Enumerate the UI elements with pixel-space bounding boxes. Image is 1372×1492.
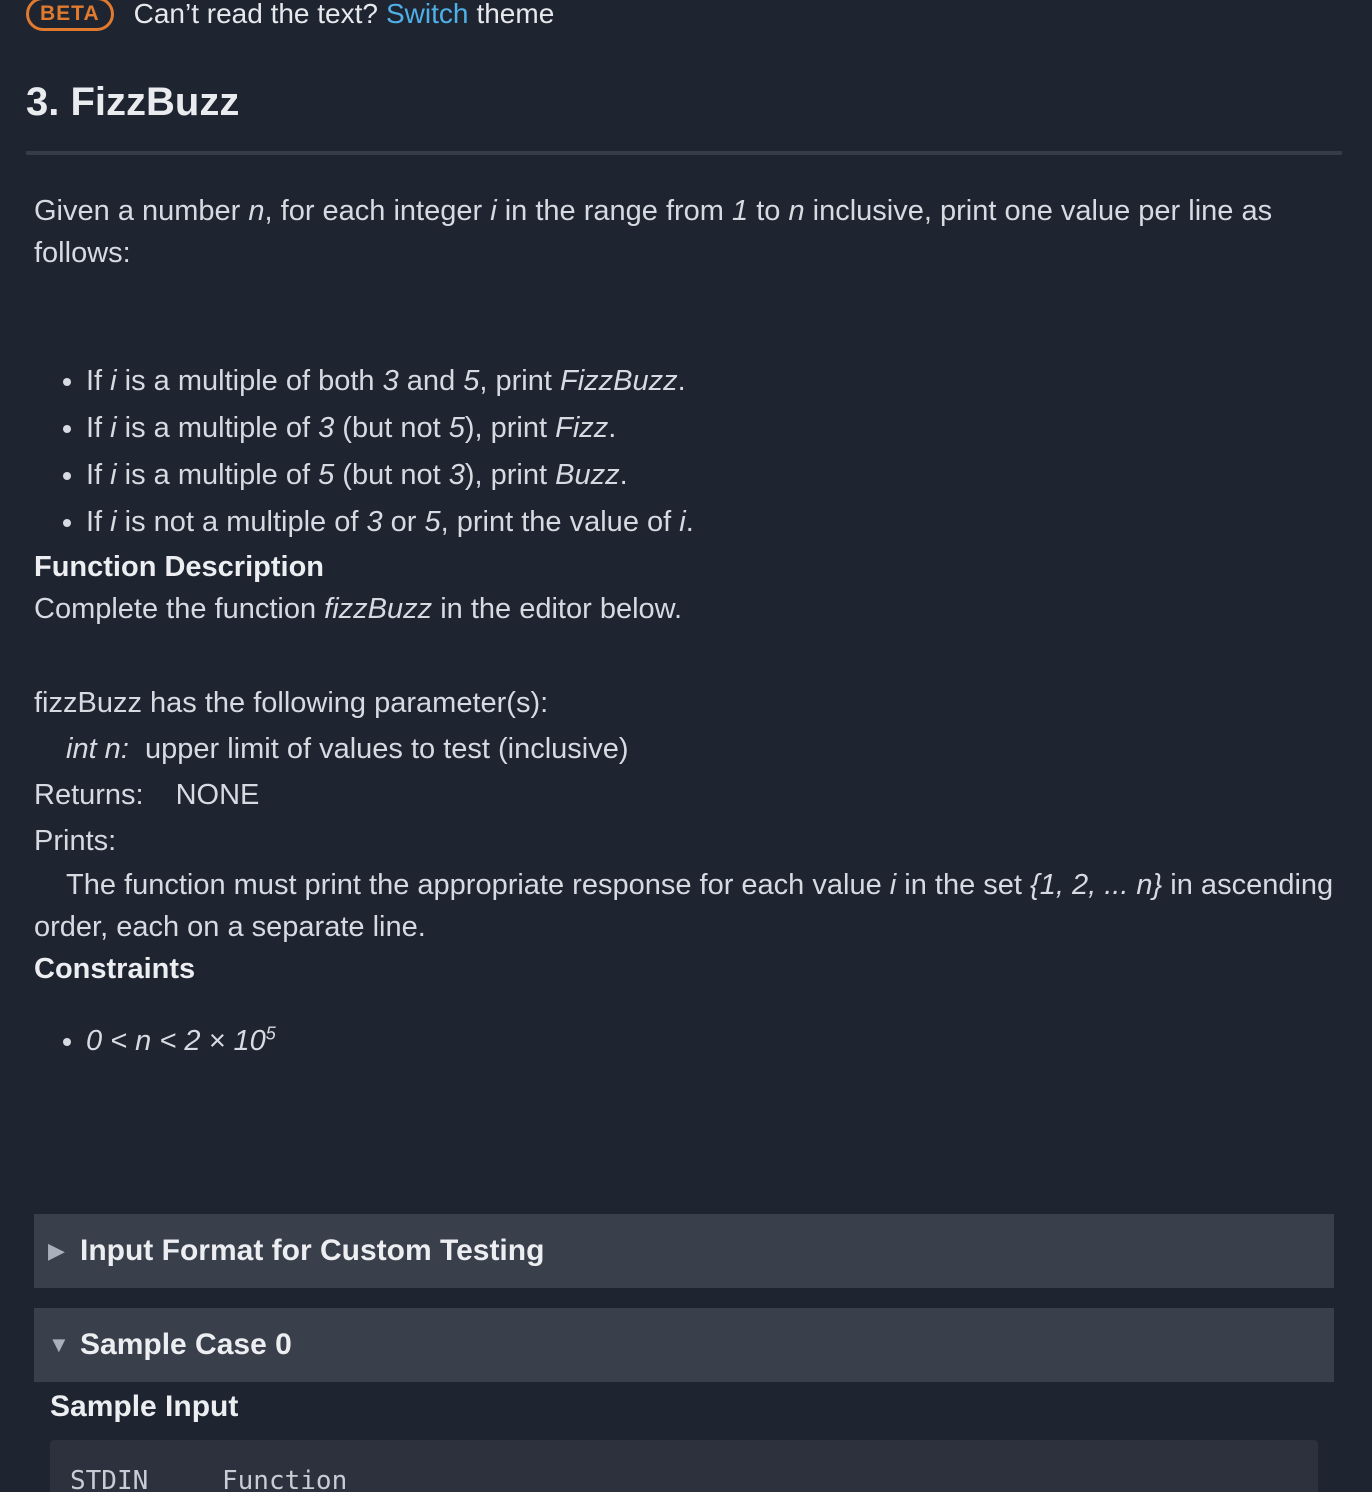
list-item: If i is not a multiple of 3 or 5, print … (86, 499, 1334, 546)
problem-page: BETA Can’t read the text? Switch theme 3… (0, 0, 1372, 1492)
banner-text: Can’t read the text? (133, 0, 378, 29)
caret-right-icon: ▶ (48, 1238, 65, 1263)
constraints-list: 0 < n < 2 × 105 (34, 1020, 1334, 1062)
param-n: int n: upper limit of values to test (in… (66, 733, 629, 765)
banner-text-after: theme (476, 0, 555, 29)
constraints-heading: Constraints (34, 953, 196, 985)
prints-description: The function must print the appropriate … (34, 869, 1334, 943)
prints-label: Prints: (34, 825, 117, 857)
sample-input-code: STDIN Function (50, 1440, 1318, 1492)
list-item: If i is a multiple of 5 (but not 3), pri… (86, 452, 1334, 499)
page-title: 3. FizzBuzz (26, 80, 240, 124)
stdin-column-label: STDIN (70, 1466, 149, 1492)
params-intro: fizzBuzz has the following parameter(s): (34, 687, 549, 719)
caret-down-icon: ▼ (48, 1332, 70, 1357)
beta-badge: BETA (26, 0, 114, 31)
list-item: 0 < n < 2 × 105 (86, 1020, 1334, 1062)
intro-paragraph: Given a number n, for each integer i in … (34, 195, 1273, 269)
sample-case-0-toggle[interactable]: ▼ Sample Case 0 (34, 1308, 1334, 1382)
function-description-text: Complete the function fizzBuzz in the ed… (34, 593, 683, 625)
title-divider (26, 151, 1342, 155)
input-format-toggle[interactable]: ▶ Input Format for Custom Testing (34, 1214, 1334, 1288)
list-item: If i is a multiple of 3 (but not 5), pri… (86, 405, 1334, 452)
sample-input-heading: Sample Input (50, 1390, 239, 1423)
returns-line: Returns: NONE (34, 779, 260, 811)
problem-statement: Given a number n, for each integer i in … (34, 190, 1334, 1062)
switch-theme-link[interactable]: Switch (386, 0, 468, 30)
function-description-heading: Function Description (34, 551, 324, 583)
sample-case-label: Sample Case 0 (80, 1328, 292, 1361)
function-column-label: Function (222, 1466, 348, 1492)
input-format-label: Input Format for Custom Testing (80, 1234, 545, 1267)
list-item: If i is a multiple of both 3 and 5, prin… (86, 358, 1334, 405)
beta-banner: BETA Can’t read the text? Switch theme (26, 0, 554, 34)
rules-list: If i is a multiple of both 3 and 5, prin… (34, 358, 1334, 546)
